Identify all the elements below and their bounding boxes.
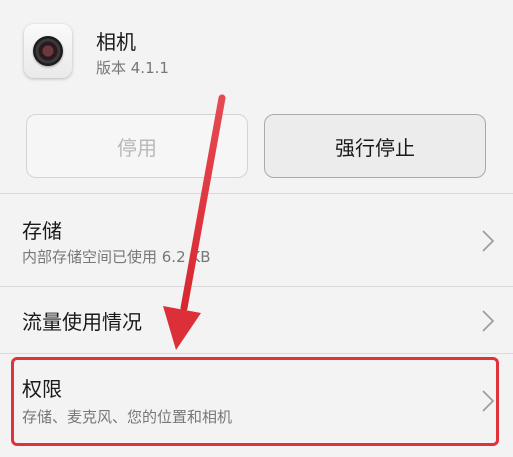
permissions-highlight-box (11, 357, 499, 446)
app-version: 版本 4.1.1 (96, 59, 169, 77)
camera-icon (24, 24, 72, 78)
disable-button[interactable]: 停用 (26, 114, 248, 178)
force-stop-button[interactable]: 强行停止 (264, 114, 486, 178)
app-name: 相机 (96, 30, 136, 54)
app-header: 相机 版本 4.1.1 (0, 0, 513, 100)
storage-row[interactable]: 存储 内部存储空间已使用 6.2 KB (0, 194, 513, 286)
storage-subtitle: 内部存储空间已使用 6.2 KB (22, 248, 211, 266)
chevron-right-icon (482, 310, 495, 332)
divider (0, 353, 513, 354)
storage-title: 存储 (22, 219, 62, 243)
data-usage-row[interactable]: 流量使用情况 (0, 287, 513, 353)
camera-lens (33, 36, 63, 66)
chevron-right-icon (482, 230, 495, 252)
data-usage-title: 流量使用情况 (22, 310, 142, 334)
